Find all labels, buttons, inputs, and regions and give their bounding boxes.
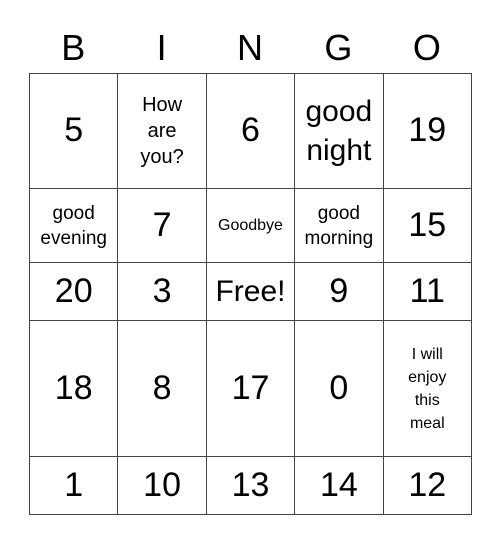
bingo-cell: 15 xyxy=(382,187,473,264)
bingo-cell: 10 xyxy=(117,455,207,516)
bingo-cell: 1 xyxy=(28,455,119,516)
header-letter-n: N xyxy=(237,27,264,68)
bingo-cell: 17 xyxy=(205,320,296,457)
bingo-cell: 0 xyxy=(294,320,384,457)
bingo-cell: 13 xyxy=(205,455,296,516)
bingo-cell: 18 xyxy=(28,320,119,457)
bingo-cell: 14 xyxy=(294,455,384,516)
bingo-cell: 7 xyxy=(117,187,207,264)
bingo-cell: 6 xyxy=(205,73,296,189)
bingo-cell: good evening xyxy=(28,187,119,264)
bingo-cell: good night xyxy=(294,73,384,189)
free-space-cell: Free! xyxy=(205,262,296,322)
bingo-cell: 8 xyxy=(117,320,207,457)
header-letter-i: I xyxy=(156,27,167,68)
header-letter-o: O xyxy=(412,27,441,68)
bingo-grid: 5 How are you? 6 good night 19 good even… xyxy=(28,73,473,516)
header-letter-g: G xyxy=(324,27,353,68)
grid-row: 18 8 17 0 I will enjoy this meal xyxy=(28,320,473,457)
bingo-cell: 5 xyxy=(28,73,119,189)
bingo-cell: I will enjoy this meal xyxy=(382,320,473,457)
bingo-cell: good morning xyxy=(294,187,384,264)
header-letter-b: B xyxy=(61,27,86,68)
bingo-cell: 3 xyxy=(117,262,207,322)
bingo-cell: 11 xyxy=(382,262,473,322)
grid-row: good evening 7 Goodbye good morning 15 xyxy=(28,187,473,264)
grid-row: 20 3 Free! 9 11 xyxy=(28,262,473,322)
bingo-header: B I N G O xyxy=(29,26,471,70)
bingo-cell: How are you? xyxy=(117,73,207,189)
bingo-cell: 9 xyxy=(294,262,384,322)
grid-row: 5 How are you? 6 good night 19 xyxy=(28,73,473,189)
bingo-cell: 20 xyxy=(28,262,119,322)
bingo-cell: 19 xyxy=(382,73,473,189)
bingo-cell: Goodbye xyxy=(205,187,296,264)
grid-row: 1 10 13 14 12 xyxy=(28,455,473,516)
bingo-cell: 12 xyxy=(382,455,473,516)
